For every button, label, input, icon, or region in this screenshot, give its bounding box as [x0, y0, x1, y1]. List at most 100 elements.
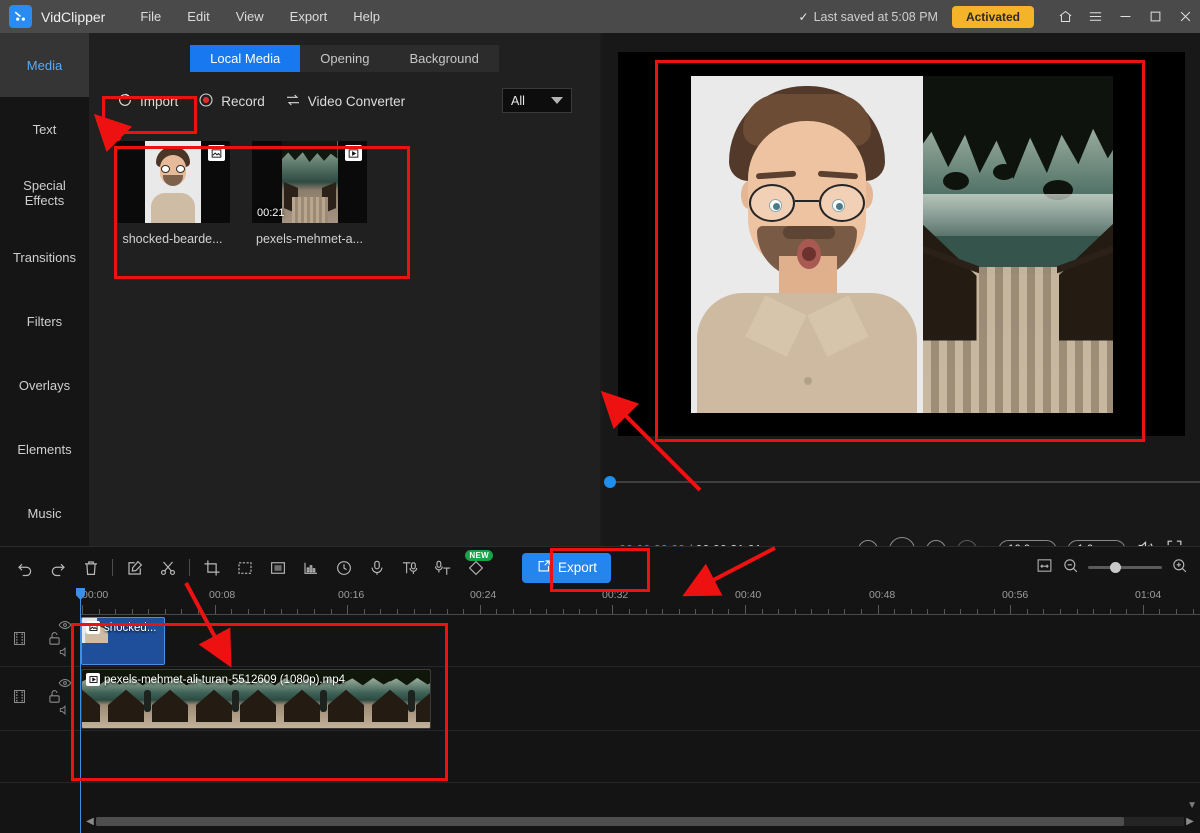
thumbnail-art [281, 141, 338, 223]
scrollbar-thumb[interactable] [96, 817, 1125, 826]
voiceover-icon[interactable] [360, 553, 393, 583]
ruler-tick: 00:08 [209, 589, 236, 601]
scroll-down-arrow[interactable]: ▼ [1187, 800, 1197, 811]
track-header [0, 667, 80, 730]
scrollbar-track[interactable] [96, 817, 1184, 826]
media-item-video[interactable]: 00:21 pexels-mehmet-a... [252, 141, 367, 246]
hamburger-menu-icon[interactable] [1080, 0, 1110, 33]
sidebar-item-transitions[interactable]: Transitions [0, 225, 89, 289]
zoom-slider[interactable] [1088, 562, 1162, 573]
ruler-tick: 00:32 [602, 589, 629, 601]
speaker-icon[interactable] [58, 703, 72, 722]
tab-local-media[interactable]: Local Media [190, 45, 301, 72]
import-button[interactable]: Import [107, 86, 188, 117]
menu-item-help[interactable]: Help [340, 5, 393, 28]
timeline-horizontal-scrollbar[interactable]: ◀ ▶ [84, 814, 1196, 829]
scrub-handle[interactable] [604, 476, 616, 488]
ruler-tick: 00:24 [470, 589, 497, 601]
media-thumbnail: 00:21 [252, 141, 367, 223]
audio-levels-icon[interactable] [294, 553, 327, 583]
sidebar-item-special-effects[interactable]: Special Effects [0, 161, 89, 225]
timeline-ruler[interactable]: 00:00 00:08 00:16 00:24 00:32 00:40 00:4… [80, 588, 1200, 615]
sidebar-item-label: Transitions [12, 249, 77, 265]
close-icon[interactable] [1170, 0, 1200, 33]
sidebar-item-overlays[interactable]: Overlays [0, 353, 89, 417]
track-row[interactable]: shocked... [0, 615, 1200, 667]
app-name: VidClipper [41, 8, 106, 25]
pip-icon[interactable] [261, 553, 294, 583]
filmstrip-frame [346, 670, 390, 728]
playhead[interactable] [76, 588, 85, 833]
sidebar-item-music[interactable]: Music [0, 481, 89, 545]
thumbnail-art [144, 141, 201, 223]
media-filter-dropdown[interactable]: All [502, 88, 572, 113]
speaker-icon[interactable] [58, 645, 72, 664]
export-label: Export [558, 560, 598, 575]
preview-progress-bar[interactable] [603, 473, 1200, 493]
progress-track [611, 481, 1200, 483]
sidebar-item-label: Media [26, 57, 63, 73]
sidebar-item-elements[interactable]: Elements [0, 417, 89, 481]
activated-badge[interactable]: Activated [951, 5, 1034, 28]
track-row-empty[interactable] [0, 731, 1200, 783]
minimize-icon[interactable] [1110, 0, 1140, 33]
scroll-right-arrow[interactable]: ▶ [1184, 816, 1196, 827]
split-screen-composition [690, 75, 1113, 413]
video-converter-button[interactable]: Video Converter [275, 86, 415, 117]
redo-icon[interactable] [41, 553, 74, 583]
sidebar-item-label: Filters [26, 313, 63, 329]
zoom-in-icon[interactable] [1171, 557, 1188, 579]
menu-item-export[interactable]: Export [277, 5, 341, 28]
text-to-speech-icon[interactable] [393, 553, 426, 583]
clip-label: pexels-mehmet-ali-turan-5512609 (1080p).… [104, 673, 345, 686]
media-item-image[interactable]: shocked-bearde... [115, 141, 230, 246]
home-icon[interactable] [1050, 0, 1080, 33]
sidebar-item-label: Text [32, 121, 57, 137]
check-icon: ✓ [798, 9, 809, 24]
media-thumbnail [115, 141, 230, 223]
tab-background[interactable]: Background [389, 45, 499, 72]
eye-icon[interactable] [58, 618, 72, 637]
menu-item-view[interactable]: View [223, 5, 277, 28]
timeline-clip[interactable]: pexels-mehmet-ali-turan-5512609 (1080p).… [81, 669, 431, 729]
scroll-left-arrow[interactable]: ◀ [84, 816, 96, 827]
sidebar-item-text[interactable]: Text [0, 97, 89, 161]
sidebar-item-media[interactable]: Media [0, 33, 89, 97]
media-item-label: shocked-bearde... [122, 232, 223, 246]
zoom-slider-handle[interactable] [1110, 562, 1121, 573]
mask-icon[interactable] [228, 553, 261, 583]
timeline-clip[interactable]: shocked... [81, 617, 165, 665]
export-icon [536, 559, 551, 577]
media-panel: Local Media Opening Background Import Re… [89, 33, 600, 546]
film-icon [11, 688, 28, 710]
fit-timeline-icon[interactable] [1036, 557, 1053, 579]
vidclipper-window: VidClipper File Edit View Export Help ✓ … [0, 0, 1200, 833]
record-button[interactable]: Record [188, 86, 275, 117]
zoom-out-icon[interactable] [1062, 557, 1079, 579]
crop-icon[interactable] [195, 553, 228, 583]
track-row[interactable]: pexels-mehmet-ali-turan-5512609 (1080p).… [0, 667, 1200, 731]
auto-reframe-icon[interactable]: NEW [459, 549, 493, 583]
preview-stage[interactable] [618, 52, 1185, 436]
ruler-tick: 01:04 [1135, 589, 1162, 601]
preview-right-clip [922, 75, 1113, 413]
delete-icon[interactable] [74, 553, 107, 583]
export-button[interactable]: Export [522, 552, 612, 583]
edit-icon[interactable] [118, 553, 151, 583]
clip-label-wrap: shocked... [86, 621, 156, 634]
undo-icon[interactable] [8, 553, 41, 583]
menu-item-edit[interactable]: Edit [174, 5, 222, 28]
split-icon[interactable] [151, 553, 184, 583]
tab-opening[interactable]: Opening [300, 45, 390, 72]
clip-label-wrap: pexels-mehmet-ali-turan-5512609 (1080p).… [86, 673, 345, 686]
maximize-icon[interactable] [1140, 0, 1170, 33]
sidebar-item-label: Elements [17, 441, 72, 457]
image-icon [86, 621, 100, 634]
speech-to-text-icon[interactable] [426, 553, 459, 583]
eye-icon[interactable] [58, 676, 72, 695]
menu-item-file[interactable]: File [127, 5, 174, 28]
sidebar-item-label: Overlays [18, 377, 71, 393]
sidebar-item-filters[interactable]: Filters [0, 289, 89, 353]
speed-icon[interactable] [327, 553, 360, 583]
clip-label: shocked... [104, 621, 157, 634]
